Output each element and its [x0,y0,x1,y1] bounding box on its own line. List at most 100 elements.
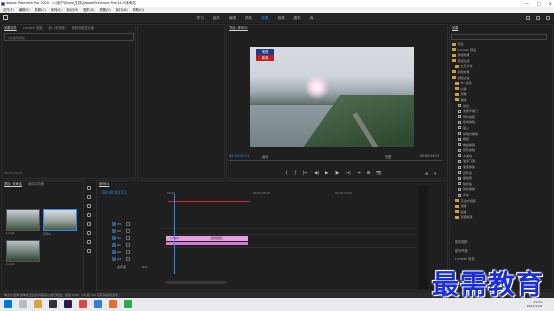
track-mute-a2[interactable] [126,250,130,254]
pen-tool-icon[interactable] [87,231,91,235]
project-thumb-1[interactable] [6,209,40,231]
workspace-tab-audio[interactable]: 音频 [273,13,289,23]
hand-tool-icon[interactable] [87,240,91,244]
play-button[interactable]: ▶ [325,171,328,176]
project-thumb-2[interactable] [43,209,77,231]
extract-button[interactable]: ⊞ [367,171,371,176]
track-target-v2[interactable] [112,229,116,233]
export-frame-button[interactable]: 📷 [376,171,382,176]
go-to-out-button[interactable]: →| [345,171,350,176]
workspace-tab-assembly[interactable]: 组件 [208,13,224,23]
workspace-tab-libraries[interactable]: 库 [305,13,318,23]
tab-media-browser[interactable]: 媒体浏览器 [28,181,44,187]
track-eye-v3[interactable] [126,222,130,226]
premiere-taskbar-icon[interactable] [64,300,72,308]
timeline-scrollbar[interactable] [166,281,226,284]
transition-label[interactable]: 2.mp4 [209,236,223,240]
timeline-timecode[interactable]: 00:00:00:11 [102,190,126,195]
effect-item[interactable]: 页面剥落 [452,215,542,221]
mark-out-button[interactable]: } [294,171,297,176]
effect-item-label: 溶解 [460,204,467,209]
effect-icon [458,182,461,186]
effect-icon [458,109,461,113]
panel-essential-graphics[interactable]: 基本图形 [455,238,475,247]
program-scrub-bar[interactable] [229,160,442,166]
app-icon-2[interactable] [79,300,87,308]
settings-icon[interactable]: ⊕ [425,171,428,176]
track-target-v1[interactable] [112,236,116,240]
work-area-bar[interactable] [168,201,250,202]
tab-lumetri-scopes[interactable]: Lumetri 范围 [23,25,43,31]
track-name-a2: A2 [117,250,121,254]
audio-clip[interactable] [166,242,248,245]
video-clip[interactable]: 1.mp4 2.mp4 [166,236,248,241]
lift-button[interactable]: ⇥ [357,171,361,176]
master-volume[interactable]: 0.0 [142,265,147,269]
effects-lower-panels: 基本图形 基本声音 Lumetri 颜色 [455,238,475,264]
effects-search-input[interactable] [451,34,547,40]
file-explorer-icon[interactable] [34,300,42,308]
step-forward-button[interactable]: |▶ [335,171,340,176]
search-taskbar-icon[interactable] [19,300,27,308]
playhead[interactable] [174,194,175,274]
effect-icon [458,187,461,191]
app-icon-1[interactable] [49,300,57,308]
track-target-v3[interactable] [112,222,116,226]
tab-audio-clip-mixer[interactable]: 音频剪辑混合器 [72,25,94,31]
button-editor-icon[interactable]: + [433,171,436,176]
timeline-ruler[interactable]: 00:00 00:00:05:00 00:00:10:00 [165,191,413,201]
search-icon[interactable] [536,15,540,20]
app-icon-4[interactable] [109,300,117,308]
tab-project[interactable]: 项目: 未命名 [4,181,22,187]
browser-icon[interactable] [124,300,132,308]
app-icon-3[interactable] [94,300,102,308]
step-back-button[interactable]: ◀| [314,171,319,176]
minimize-button[interactable]: — [525,0,529,7]
workspace-tab-color[interactable]: 颜色 [241,13,257,23]
resolution-select[interactable]: 完整 [385,154,391,159]
home-icon[interactable] [3,15,8,20]
ripple-edit-tool-icon[interactable] [87,204,91,208]
tab-sequence[interactable]: 序列01 [99,181,109,187]
tab-effects[interactable]: 效果 [452,25,458,31]
folder-icon [452,70,456,74]
effect-icon [458,132,461,135]
track-name-v1: V1 [117,236,121,240]
workspace-tab-graphics[interactable]: 图形 [289,13,305,23]
tab-program[interactable]: 节目: 序列01 [229,25,248,31]
track-eye-v1[interactable] [126,236,130,240]
quick-export-icon[interactable] [526,15,530,20]
track-select-tool-icon[interactable] [87,195,91,199]
tab-effect-controls[interactable]: 效果控件 [4,25,17,31]
project-thumb-3[interactable] [6,240,40,262]
start-icon[interactable] [4,300,12,308]
mark-in-button[interactable]: { [285,171,288,176]
folder-icon [455,215,459,219]
project-thumb-3-label: 2.mp4 [6,263,15,266]
watermark: 最需教育 [432,270,544,301]
type-tool-icon[interactable] [87,249,91,253]
maximize-button[interactable]: □ [537,0,541,7]
workspace-tab-editing[interactable]: 编辑 [224,13,240,23]
track-mute-a3[interactable] [126,257,130,261]
panel-essential-sound[interactable]: 基本声音 [455,247,475,256]
zoom-fit-select[interactable]: 适合 [262,154,268,159]
program-timecode[interactable]: 00:00:00:11 [229,154,250,158]
track-eye-v2[interactable] [126,229,130,233]
track-mute-a1[interactable] [126,243,130,247]
notification-icon[interactable] [546,15,550,20]
track-target-a3[interactable] [112,257,116,261]
razor-tool-icon[interactable] [87,213,91,217]
go-to-in-button[interactable]: |← [303,171,308,176]
workspace-tab-learn[interactable]: 学习 [192,13,208,23]
track-target-a1[interactable] [112,243,116,247]
close-button[interactable]: ✕ [549,0,552,7]
workspace-tab-effects[interactable]: 效果 [257,13,273,23]
cctv-news-logo: 央视 新闻 [256,49,274,61]
effect-item-label: 缩放 [460,209,467,214]
slip-tool-icon[interactable] [87,222,91,226]
tab-source[interactable]: 源: (无剪辑) [48,25,65,31]
track-target-a2[interactable] [112,250,116,254]
selection-tool-icon[interactable] [87,186,91,190]
folder-icon [452,76,456,80]
